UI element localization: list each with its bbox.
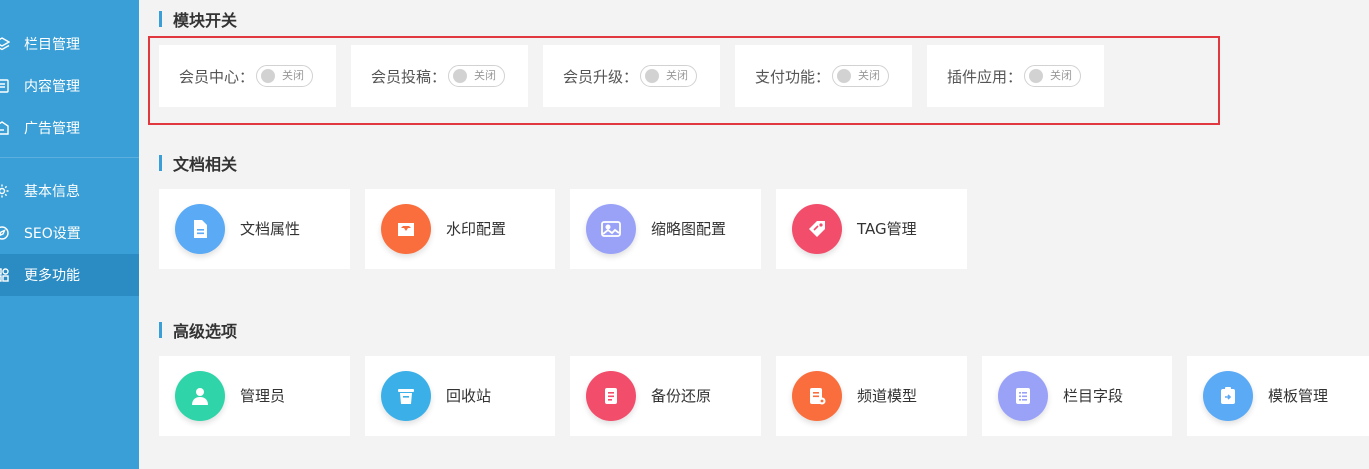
- section-accent-bar: [159, 322, 162, 338]
- payment-toggle[interactable]: 关闭: [832, 65, 890, 87]
- channel-model-card[interactable]: 频道模型: [776, 356, 967, 436]
- sidebar-item-label: 广告管理: [24, 121, 80, 137]
- switch-label: 会员中心：: [179, 67, 255, 86]
- sidebar-item-more-functions[interactable]: 更多功能: [0, 254, 139, 296]
- section-title-advanced: 高级选项: [159, 321, 238, 341]
- sidebar-item-ad-management[interactable]: 广告管理: [0, 107, 139, 149]
- card-label: 缩略图配置: [651, 220, 727, 238]
- administrator-card[interactable]: 管理员: [159, 356, 350, 436]
- section-title-text: 模块开关: [173, 11, 238, 30]
- document-list-icon: [0, 78, 10, 94]
- toggle-knob: [645, 69, 660, 83]
- tag-management-card[interactable]: TAG管理: [776, 189, 967, 269]
- toggle-knob: [1029, 69, 1044, 83]
- sidebar-item-content-management[interactable]: 内容管理: [0, 65, 139, 107]
- toggle-knob: [837, 69, 852, 83]
- layers-icon: [0, 36, 10, 52]
- thumbnail-config-card[interactable]: 缩略图配置: [570, 189, 761, 269]
- section-title-text: 高级选项: [173, 322, 238, 341]
- sidebar: 栏目管理 内容管理 广告管理 基本信息 SEO设置 更多功能: [0, 0, 139, 469]
- card-label: TAG管理: [857, 220, 917, 238]
- image-icon: [586, 204, 636, 254]
- card-label: 备份还原: [651, 387, 712, 405]
- channel-model-icon: [792, 371, 842, 421]
- switch-label: 会员升级：: [563, 67, 639, 86]
- compass-icon: [0, 225, 10, 241]
- toggle-state-text: 关闭: [858, 69, 881, 82]
- switch-label: 插件应用：: [947, 67, 1023, 86]
- clipboard-icon: [1203, 371, 1253, 421]
- ad-icon: [0, 120, 10, 136]
- file-icon: [175, 204, 225, 254]
- card-label: 模板管理: [1268, 387, 1329, 405]
- field-list-icon: [998, 371, 1048, 421]
- section-title-text: 文档相关: [173, 155, 238, 174]
- switch-label: 支付功能：: [755, 67, 831, 86]
- sidebar-divider: [0, 157, 139, 158]
- inbox-icon: [381, 204, 431, 254]
- toggle-state-text: 关闭: [1050, 69, 1073, 82]
- sidebar-item-label: SEO设置: [24, 226, 81, 242]
- toggle-state-text: 关闭: [282, 69, 305, 82]
- member-upgrade-toggle[interactable]: 关闭: [640, 65, 698, 87]
- sidebar-item-label: 内容管理: [24, 79, 80, 95]
- switch-label: 会员投稿：: [371, 67, 447, 86]
- section-title-document: 文档相关: [159, 154, 238, 174]
- switch-card-plugin-app: 插件应用： 关闭: [927, 45, 1104, 107]
- toggle-knob: [261, 69, 276, 83]
- toggle-state-text: 关闭: [666, 69, 689, 82]
- toggle-state-text: 关闭: [474, 69, 497, 82]
- sidebar-item-label: 更多功能: [24, 268, 80, 284]
- tag-icon: [792, 204, 842, 254]
- template-management-card[interactable]: 模板管理: [1187, 356, 1369, 436]
- backup-restore-card[interactable]: 备份还原: [570, 356, 761, 436]
- section-title-module-switch: 模块开关: [159, 10, 238, 30]
- toggle-knob: [453, 69, 468, 83]
- watermark-config-card[interactable]: 水印配置: [365, 189, 555, 269]
- backup-icon: [586, 371, 636, 421]
- section-accent-bar: [159, 155, 162, 171]
- sidebar-item-basic-info[interactable]: 基本信息: [0, 170, 139, 212]
- sidebar-item-seo-settings[interactable]: SEO设置: [0, 212, 139, 254]
- member-submission-toggle[interactable]: 关闭: [448, 65, 506, 87]
- switch-card-member-center: 会员中心： 关闭: [159, 45, 336, 107]
- section-accent-bar: [159, 11, 162, 27]
- sidebar-item-column-management[interactable]: 栏目管理: [0, 23, 139, 65]
- card-label: 频道模型: [857, 387, 918, 405]
- sidebar-item-label: 栏目管理: [24, 37, 80, 53]
- user-icon: [175, 371, 225, 421]
- plugin-app-toggle[interactable]: 关闭: [1024, 65, 1082, 87]
- document-attributes-card[interactable]: 文档属性: [159, 189, 350, 269]
- card-label: 水印配置: [446, 220, 507, 238]
- sidebar-item-label: 基本信息: [24, 184, 80, 200]
- switch-card-member-submission: 会员投稿： 关闭: [351, 45, 528, 107]
- card-label: 回收站: [446, 387, 492, 405]
- trash-icon: [381, 371, 431, 421]
- card-label: 文档属性: [240, 220, 301, 238]
- grid-icon: [0, 267, 10, 283]
- gear-icon: [0, 183, 10, 199]
- card-label: 栏目字段: [1063, 387, 1124, 405]
- switch-card-payment: 支付功能： 关闭: [735, 45, 912, 107]
- card-label: 管理员: [240, 387, 286, 405]
- switch-card-member-upgrade: 会员升级： 关闭: [543, 45, 720, 107]
- member-center-toggle[interactable]: 关闭: [256, 65, 314, 87]
- recycle-bin-card[interactable]: 回收站: [365, 356, 555, 436]
- column-fields-card[interactable]: 栏目字段: [982, 356, 1172, 436]
